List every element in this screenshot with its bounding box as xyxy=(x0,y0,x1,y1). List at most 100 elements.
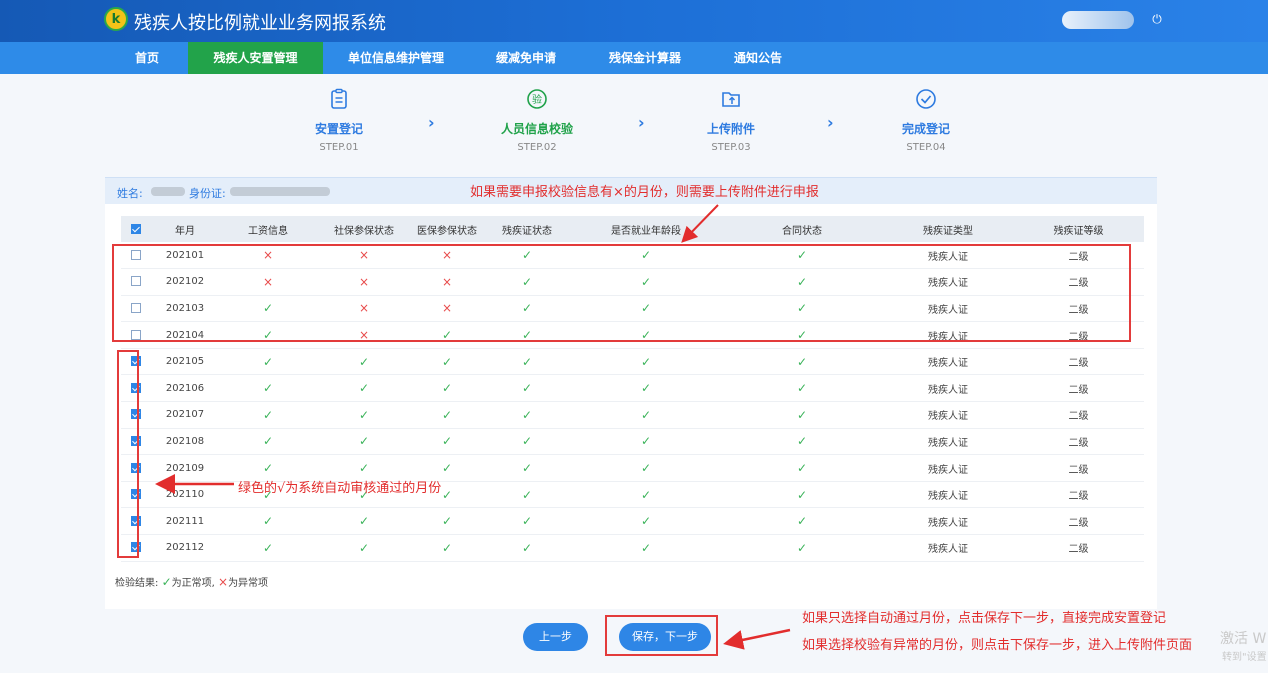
step-4: 完成登记 STEP.04 xyxy=(871,88,981,153)
cert-level-cell: 二级 xyxy=(1013,507,1144,536)
month-cell: 202110 xyxy=(151,481,219,509)
check-icon: ✓ xyxy=(521,461,533,476)
age-status-cell: ✓ xyxy=(571,348,721,376)
cert-status-cell: ✓ xyxy=(483,481,571,509)
legend-bad-mark: × xyxy=(218,575,229,589)
annotation-left: 绿色的√为系统自动审核通过的月份 xyxy=(238,481,442,496)
table-row: 202106 ✓ ✓ ✓ ✓ ✓ ✓ 残疾人证 二级 xyxy=(121,374,1144,403)
age-status-cell: ✓ xyxy=(571,401,721,429)
cert-type-cell: 残疾人证 xyxy=(883,374,1013,403)
power-icon[interactable]: ⏻ xyxy=(1149,10,1165,28)
step-chevron-icon: › xyxy=(638,113,645,132)
annotation-bottom-1: 如果只选择自动通过月份，点击保存下一步，直接完成安置登记 xyxy=(802,611,1167,626)
nav-home[interactable]: 首页 xyxy=(124,42,170,74)
medical-status-cell: ✓ xyxy=(411,507,483,536)
step-3-sub: STEP.03 xyxy=(711,142,751,153)
wage-status-cell: ✓ xyxy=(219,401,317,429)
age-status-cell: ✓ xyxy=(571,374,721,403)
cert-status-cell: ✓ xyxy=(483,454,571,482)
check-icon: ✓ xyxy=(441,487,453,502)
nav-unit-info[interactable]: 单位信息维护管理 xyxy=(340,42,452,74)
step-3-label: 上传附件 xyxy=(706,122,755,136)
select-all-checkbox[interactable] xyxy=(131,223,141,234)
legend-ok-mark: ✓ xyxy=(161,575,172,589)
check-icon: ✓ xyxy=(521,514,533,529)
check-icon: ✓ xyxy=(441,354,453,369)
age-status-cell: ✓ xyxy=(571,481,721,509)
contract-status-cell: ✓ xyxy=(721,348,883,376)
check-icon: ✓ xyxy=(441,514,453,529)
check-icon: ✓ xyxy=(521,434,533,449)
age-status-cell: ✓ xyxy=(571,534,721,562)
app-logo: k xyxy=(104,7,128,31)
check-icon: ✓ xyxy=(262,381,274,396)
check-icon: ✓ xyxy=(796,354,808,369)
col-cert-level: 残疾证等级 xyxy=(1013,216,1144,242)
svg-text:验: 验 xyxy=(532,93,542,106)
col-social: 社保参保状态 xyxy=(317,216,411,242)
cert-type-cell: 残疾人证 xyxy=(883,454,1013,482)
month-cell: 202108 xyxy=(151,428,219,456)
cert-status-cell: ✓ xyxy=(483,534,571,562)
check-icon: ✓ xyxy=(262,407,274,422)
contract-status-cell: ✓ xyxy=(721,481,883,509)
check-icon: ✓ xyxy=(262,461,274,476)
month-cell: 202112 xyxy=(151,534,219,562)
annotation-box-abnormal xyxy=(112,244,1131,342)
month-cell: 202105 xyxy=(151,348,219,376)
check-icon: ✓ xyxy=(521,354,533,369)
nav-placement[interactable]: 残疾人安置管理 xyxy=(188,42,323,74)
verify-icon: 验 xyxy=(527,89,547,109)
col-cert-type: 残疾证类型 xyxy=(883,216,1013,242)
cert-status-cell: ✓ xyxy=(483,374,571,403)
social-status-cell: ✓ xyxy=(317,401,411,429)
prev-step-button[interactable]: 上一步 xyxy=(523,623,588,651)
nav-reduction[interactable]: 缓减免申请 xyxy=(486,42,566,74)
check-icon: ✓ xyxy=(796,407,808,422)
check-icon: ✓ xyxy=(358,461,370,476)
col-cert: 残疾证状态 xyxy=(483,216,571,242)
cert-type-cell: 残疾人证 xyxy=(883,428,1013,456)
step-chevron-icon: › xyxy=(827,113,834,132)
check-icon: ✓ xyxy=(640,514,652,529)
cert-type-cell: 残疾人证 xyxy=(883,481,1013,509)
check-icon: ✓ xyxy=(796,540,808,555)
main-nav: 首页 残疾人安置管理 单位信息维护管理 缓减免申请 残保金计算器 通知公告 xyxy=(0,42,1268,74)
nav-notice[interactable]: 通知公告 xyxy=(724,42,792,74)
check-icon: ✓ xyxy=(262,434,274,449)
cert-level-cell: 二级 xyxy=(1013,454,1144,482)
medical-status-cell: ✓ xyxy=(411,534,483,562)
check-icon: ✓ xyxy=(796,487,808,502)
cert-level-cell: 二级 xyxy=(1013,428,1144,456)
nav-calculator[interactable]: 残保金计算器 xyxy=(602,42,688,74)
step-4-label: 完成登记 xyxy=(901,122,950,136)
contract-status-cell: ✓ xyxy=(721,428,883,456)
arrow-bottom xyxy=(723,628,791,650)
step-2-sub: STEP.02 xyxy=(517,142,557,153)
annotation-bottom-2: 如果选择校验有异常的月份，则点击下保存一步，进入上传附件页面 xyxy=(802,638,1193,653)
check-icon: ✓ xyxy=(521,407,533,422)
result-legend: 检验结果: ✓为正常项, ×为异常项 xyxy=(115,574,268,589)
upload-folder-icon xyxy=(722,92,740,107)
step-1: 安置登记 STEP.01 xyxy=(284,88,394,153)
cert-type-cell: 残疾人证 xyxy=(883,507,1013,536)
wage-status-cell: ✓ xyxy=(219,534,317,562)
col-wage: 工资信息 xyxy=(219,216,317,242)
cert-type-cell: 残疾人证 xyxy=(883,348,1013,376)
check-icon: ✓ xyxy=(796,514,808,529)
col-age: 是否就业年龄段 xyxy=(571,216,721,242)
select-all-cell[interactable] xyxy=(121,216,151,242)
cert-level-cell: 二级 xyxy=(1013,481,1144,509)
table-row: 202112 ✓ ✓ ✓ ✓ ✓ ✓ 残疾人证 二级 xyxy=(121,534,1144,562)
month-cell: 202111 xyxy=(151,507,219,536)
wage-status-cell: ✓ xyxy=(219,374,317,403)
contract-status-cell: ✓ xyxy=(721,374,883,403)
user-avatar-pill[interactable] xyxy=(1062,11,1134,29)
col-month: 年月 xyxy=(151,216,219,242)
medical-status-cell: ✓ xyxy=(411,348,483,376)
table-row: 202111 ✓ ✓ ✓ ✓ ✓ ✓ 残疾人证 二级 xyxy=(121,507,1144,536)
contract-status-cell: ✓ xyxy=(721,454,883,482)
cert-status-cell: ✓ xyxy=(483,428,571,456)
step-3: 上传附件 STEP.03 xyxy=(676,88,786,153)
cert-status-cell: ✓ xyxy=(483,348,571,376)
